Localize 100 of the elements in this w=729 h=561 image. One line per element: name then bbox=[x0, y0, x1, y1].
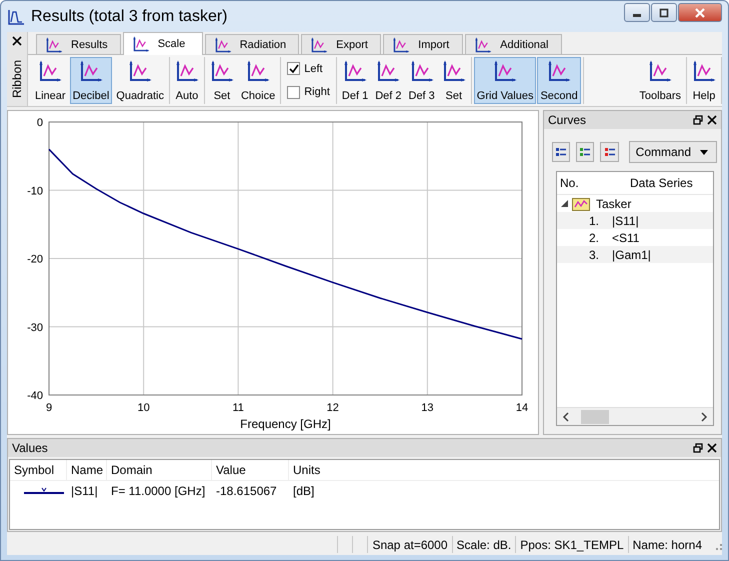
graph-icon bbox=[132, 36, 150, 52]
graph-icon bbox=[214, 36, 232, 52]
scroll-left-icon[interactable] bbox=[561, 412, 571, 422]
ribbon-button[interactable]: Def 1 bbox=[338, 57, 372, 104]
list-icon bbox=[604, 147, 615, 157]
minimize-icon bbox=[633, 14, 641, 17]
graph-icon bbox=[442, 60, 466, 82]
graph-icon bbox=[174, 60, 199, 82]
row-number: 1. bbox=[588, 214, 600, 228]
close-icon[interactable] bbox=[707, 115, 717, 125]
ribbon-button[interactable]: Choice bbox=[238, 57, 278, 104]
data-series-name[interactable]: <S11 bbox=[612, 230, 640, 244]
window-title: Results (total 3 from tasker) bbox=[31, 8, 228, 26]
column-header: Value bbox=[212, 460, 289, 480]
graph-icon bbox=[692, 60, 716, 82]
graph-icon bbox=[547, 60, 572, 82]
graph-icon bbox=[246, 60, 270, 82]
row-number: 2. bbox=[588, 230, 600, 244]
ribbon-button[interactable]: Linear bbox=[32, 57, 69, 104]
ribbon-tab[interactable]: Results bbox=[36, 34, 121, 54]
graph-icon bbox=[38, 60, 62, 82]
float-icon[interactable] bbox=[693, 443, 703, 453]
ribbon-button[interactable]: Set bbox=[206, 57, 237, 104]
table-cell-text: |S11| bbox=[70, 483, 99, 500]
checkbox-label: Right bbox=[304, 86, 330, 98]
graph-icon bbox=[474, 36, 492, 52]
graph-icon bbox=[78, 60, 103, 82]
ribbon-button[interactable]: Second bbox=[537, 57, 581, 104]
ribbon-tab[interactable]: Radiation bbox=[204, 34, 300, 54]
close-icon[interactable] bbox=[12, 36, 22, 46]
status-text: Ppos: SK1_TEMPL bbox=[515, 536, 628, 553]
axis-title: Frequency [GHz] bbox=[240, 417, 331, 431]
data-series-name[interactable]: |S11| bbox=[612, 214, 639, 228]
panel-title: Curves bbox=[548, 113, 588, 127]
status-text: Name: horn4 bbox=[628, 536, 706, 553]
check-icon bbox=[288, 64, 299, 74]
ribbon-button[interactable]: Help bbox=[689, 57, 719, 104]
scroll-right-icon[interactable] bbox=[699, 412, 709, 422]
axis-tick-label: 14 bbox=[516, 402, 528, 414]
column-header: Data Series bbox=[629, 176, 693, 190]
minimize-button[interactable] bbox=[624, 3, 650, 22]
graph-icon bbox=[648, 60, 672, 82]
close-button[interactable] bbox=[678, 3, 722, 22]
command-dropdown[interactable]: Command bbox=[628, 141, 718, 163]
ribbon-tab[interactable]: Additional bbox=[465, 34, 562, 54]
graph-icon bbox=[493, 60, 518, 82]
axis-tick-label: 13 bbox=[421, 402, 434, 414]
list-icon bbox=[556, 147, 566, 157]
graph-icon bbox=[410, 60, 434, 82]
graph-icon bbox=[343, 60, 368, 82]
axis-tick-label: 11 bbox=[232, 402, 244, 414]
ribbon-button[interactable]: Quadratic bbox=[113, 57, 167, 104]
graph-icon bbox=[210, 60, 234, 82]
ribbon-button[interactable]: Toolbars bbox=[636, 57, 684, 104]
axis-tick-label: 9 bbox=[46, 402, 52, 414]
column-header: Domain bbox=[107, 460, 212, 480]
checkbox[interactable] bbox=[287, 62, 300, 76]
column-header: Symbol bbox=[10, 460, 67, 480]
status-text: Scale: dB. bbox=[452, 536, 516, 553]
close-icon[interactable] bbox=[707, 443, 717, 453]
data-series-name[interactable]: |Gam1| bbox=[612, 248, 651, 262]
collapse-icon[interactable] bbox=[561, 200, 568, 207]
checkbox[interactable] bbox=[287, 86, 300, 99]
table-cell-text: [dB] bbox=[292, 483, 314, 500]
ribbon-tab[interactable]: Import bbox=[383, 34, 464, 54]
close-icon bbox=[695, 8, 705, 18]
ribbon-button[interactable]: Def 3 bbox=[406, 57, 438, 104]
tree-item[interactable]: Tasker bbox=[596, 196, 632, 210]
axis-tick-label: -30 bbox=[27, 322, 43, 334]
ribbon-tab[interactable]: Scale bbox=[122, 32, 203, 55]
ribbon-button[interactable]: Def 2 bbox=[372, 57, 404, 104]
ribbon-button[interactable]: Decibel bbox=[70, 57, 112, 104]
toolbar-button[interactable] bbox=[552, 142, 570, 162]
scroll-thumb[interactable] bbox=[581, 410, 609, 424]
float-icon[interactable] bbox=[693, 115, 703, 125]
axis-tick-label: -40 bbox=[27, 390, 43, 402]
list-icon bbox=[580, 147, 590, 157]
row-number: 3. bbox=[588, 248, 600, 262]
ribbon-button[interactable]: Auto bbox=[172, 57, 202, 104]
maximize-button[interactable] bbox=[651, 3, 677, 22]
ribbon-button[interactable]: Set bbox=[438, 57, 469, 104]
toolbar-button[interactable] bbox=[576, 142, 594, 162]
graph-icon bbox=[310, 36, 328, 52]
checkbox-label: Left bbox=[304, 62, 323, 75]
graph-icon bbox=[376, 60, 400, 82]
toolbar-button[interactable] bbox=[600, 142, 619, 162]
axis-tick-label: 12 bbox=[326, 402, 339, 414]
graph-icon bbox=[392, 36, 410, 52]
axis-tick-label: -10 bbox=[27, 185, 43, 198]
ribbon-tab[interactable]: Export bbox=[301, 34, 382, 54]
caret-icon bbox=[699, 147, 710, 157]
ribbon-button[interactable]: Grid Values bbox=[474, 57, 536, 104]
axis-tick-label: -20 bbox=[27, 254, 43, 266]
panel-title: Values bbox=[12, 441, 49, 455]
folder-icon bbox=[572, 196, 590, 210]
axis-tick-label: 0 bbox=[36, 117, 43, 129]
table-cell-text: -18.615067 bbox=[215, 483, 278, 500]
chart-icon bbox=[7, 8, 25, 26]
maximize-icon bbox=[659, 8, 669, 18]
column-header: No. bbox=[559, 176, 580, 190]
